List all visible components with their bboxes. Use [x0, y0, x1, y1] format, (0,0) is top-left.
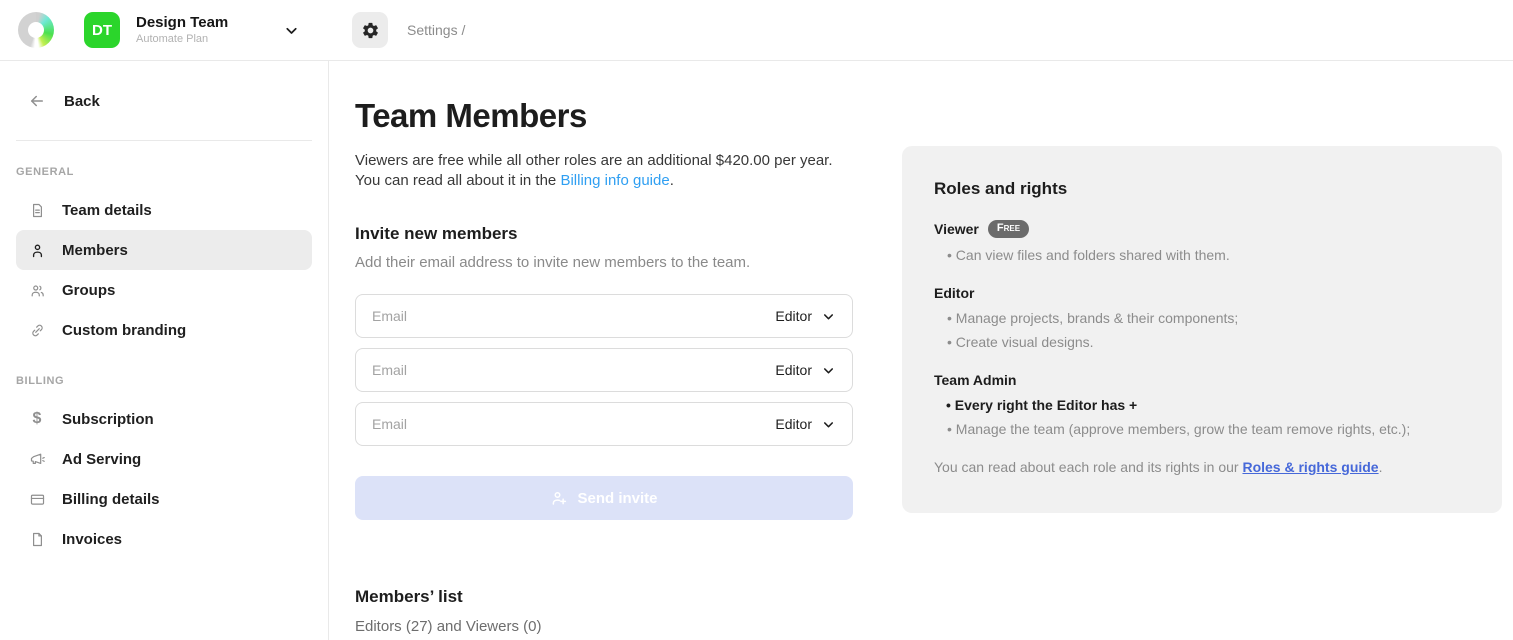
breadcrumb: Settings /: [407, 22, 465, 38]
roles-and-rights-card: Roles and rights Viewer Free Can view fi…: [902, 146, 1502, 513]
topbar: DT Design Team Automate Plan Settings /: [0, 0, 1513, 61]
app-logo[interactable]: [12, 12, 84, 48]
free-badge: Free: [988, 220, 1029, 238]
team-name: Design Team: [136, 14, 283, 32]
members-list-summary: Editors (27) and Viewers (0): [355, 618, 853, 635]
megaphone-icon: [28, 450, 46, 468]
role-name: Editor: [934, 285, 974, 301]
role-name: Viewer: [934, 221, 979, 237]
intro-text: Viewers are free while all other roles a…: [355, 151, 853, 191]
document-icon: [28, 201, 46, 219]
chevron-down-icon: [821, 309, 836, 324]
sidebar-item-label: Custom branding: [62, 322, 186, 339]
sidebar-item-members[interactable]: Members: [16, 230, 312, 270]
team-plan: Automate Plan: [136, 33, 283, 46]
role-select[interactable]: Editor: [775, 362, 836, 378]
role-editor-row: Editor: [934, 285, 1470, 301]
role-bullet: Manage the team (approve members, grow t…: [934, 420, 1470, 438]
invite-subheading: Add their email address to invite new me…: [355, 254, 853, 271]
sidebar-item-invoices[interactable]: Invoices: [16, 519, 312, 559]
chevron-down-icon: [821, 417, 836, 432]
settings-gear-button[interactable]: [352, 12, 388, 48]
members-list-heading: Members’ list: [355, 587, 853, 607]
divider: [16, 140, 312, 141]
team-switcher[interactable]: DT Design Team Automate Plan: [84, 12, 300, 48]
content-area: Team Members Viewers are free while all …: [329, 61, 1513, 640]
back-button[interactable]: Back: [0, 83, 328, 119]
page-title: Team Members: [355, 97, 853, 135]
role-bullet: Create visual designs.: [934, 333, 1470, 351]
section-label-billing: BILLING: [16, 375, 312, 387]
logo-icon: [18, 12, 54, 48]
chevron-down-icon: [821, 363, 836, 378]
sidebar-item-label: Billing details: [62, 491, 160, 508]
role-select-value: Editor: [775, 416, 812, 432]
role-bullet: Can view files and folders shared with t…: [934, 246, 1470, 264]
send-invite-button[interactable]: Send invite: [355, 476, 853, 520]
email-field[interactable]: [372, 416, 775, 432]
sidebar-item-custom-branding[interactable]: Custom branding: [16, 310, 312, 350]
sidebar-item-label: Ad Serving: [62, 451, 141, 468]
intro-line2-prefix: You can read all about it in the: [355, 172, 560, 189]
sidebar-item-ad-serving[interactable]: Ad Serving: [16, 439, 312, 479]
section-label-general: GENERAL: [16, 166, 312, 178]
sidebar-item-team-details[interactable]: Team details: [16, 190, 312, 230]
intro-line1: Viewers are free while all other roles a…: [355, 152, 833, 169]
person-plus-icon: [550, 489, 568, 507]
billing-info-guide-link[interactable]: Billing info guide: [560, 172, 669, 189]
sidebar-item-groups[interactable]: Groups: [16, 270, 312, 310]
send-invite-label: Send invite: [577, 490, 657, 507]
sidebar-item-label: Team details: [62, 202, 152, 219]
role-select[interactable]: Editor: [775, 416, 836, 432]
invite-row: Editor: [355, 348, 853, 392]
role-name: Team Admin: [934, 372, 1016, 388]
role-select[interactable]: Editor: [775, 308, 836, 324]
roles-rights-guide-link[interactable]: Roles & rights guide: [1242, 459, 1378, 475]
team-avatar: DT: [84, 12, 120, 48]
file-icon: [28, 530, 46, 548]
main-column: Team Members Viewers are free while all …: [355, 97, 853, 635]
gear-icon: [361, 21, 380, 40]
people-icon: [28, 281, 46, 299]
sidebar-item-label: Members: [62, 242, 128, 259]
team-meta: Design Team Automate Plan: [136, 14, 283, 46]
footer-suffix: .: [1379, 459, 1383, 475]
sidebar-item-label: Invoices: [62, 531, 122, 548]
email-field[interactable]: [372, 308, 775, 324]
roles-card-title: Roles and rights: [934, 179, 1470, 199]
roles-card-footer: You can read about each role and its rig…: [934, 459, 1470, 475]
arrow-left-icon: [28, 92, 46, 110]
role-bullet: Manage projects, brands & their componen…: [934, 309, 1470, 327]
role-select-value: Editor: [775, 362, 812, 378]
role-viewer-row: Viewer Free: [934, 220, 1470, 238]
role-bullet-bold: Every right the Editor has +: [934, 396, 1470, 414]
sidebar-item-label: Groups: [62, 282, 115, 299]
invite-row: Editor: [355, 402, 853, 446]
intro-suffix: .: [670, 172, 674, 189]
footer-prefix: You can read about each role and its rig…: [934, 459, 1242, 475]
back-label: Back: [64, 93, 100, 110]
chevron-down-icon: [283, 22, 300, 39]
person-icon: [28, 241, 46, 259]
settings-sidebar: Back GENERAL Team details Members Groups: [0, 61, 329, 640]
sidebar-item-label: Subscription: [62, 411, 154, 428]
sidebar-item-subscription[interactable]: $ Subscription: [16, 399, 312, 439]
role-select-value: Editor: [775, 308, 812, 324]
email-field[interactable]: [372, 362, 775, 378]
invite-heading: Invite new members: [355, 224, 853, 244]
dollar-icon: $: [28, 410, 46, 428]
invite-row: Editor: [355, 294, 853, 338]
link-icon: [28, 321, 46, 339]
role-team-admin-row: Team Admin: [934, 372, 1470, 388]
sidebar-item-billing-details[interactable]: Billing details: [16, 479, 312, 519]
credit-card-icon: [28, 490, 46, 508]
